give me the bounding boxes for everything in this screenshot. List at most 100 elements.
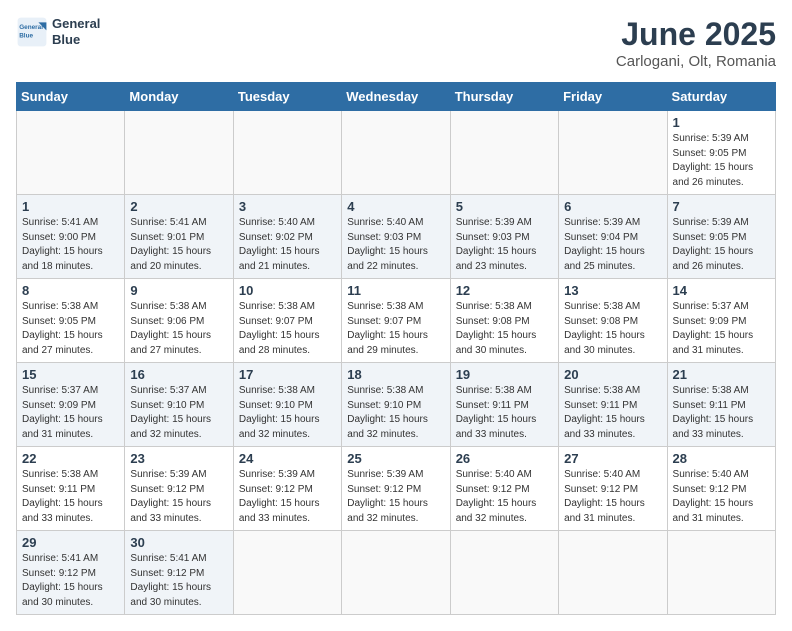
day-number: 9 [130, 283, 227, 298]
day-number: 23 [130, 451, 227, 466]
day-detail: Sunrise: 5:38 AM Sunset: 9:08 PM Dayligh… [564, 300, 661, 358]
day-number: 17 [239, 367, 336, 382]
calendar-cell: 21 Sunrise: 5:38 AM Sunset: 9:11 PM Dayli… [667, 363, 775, 447]
day-number: 7 [673, 199, 770, 214]
day-detail: Sunrise: 5:40 AM Sunset: 9:02 PM Dayligh… [239, 216, 336, 274]
logo: General Blue General Blue [16, 16, 100, 48]
calendar-cell [342, 531, 450, 615]
calendar-title: June 2025 [616, 16, 776, 53]
calendar-cell: 4Sunrise: 5:40 AM Sunset: 9:03 PM Daylig… [342, 195, 450, 279]
day-number: 25 [347, 451, 444, 466]
day-number: 12 [456, 283, 553, 298]
day-number: 3 [239, 199, 336, 214]
calendar-cell [559, 111, 667, 195]
calendar-cell: 12 Sunrise: 5:38 AM Sunset: 9:08 PM Dayli… [450, 279, 558, 363]
header-day-wednesday: Wednesday [342, 83, 450, 111]
calendar-cell: 1 Sunrise: 5:41 AM Sunset: 9:00 PM Daylig… [17, 195, 125, 279]
calendar-cell [342, 111, 450, 195]
calendar-table: SundayMondayTuesdayWednesdayThursdayFrid… [16, 82, 776, 615]
day-detail: Sunrise: 5:39 AM Sunset: 9:03 PM Dayligh… [456, 216, 553, 274]
logo-text: General Blue [52, 16, 100, 47]
day-detail: Sunrise: 5:38 AM Sunset: 9:11 PM Dayligh… [22, 468, 119, 526]
day-detail: Sunrise: 5:38 AM Sunset: 9:07 PM Dayligh… [239, 300, 336, 358]
header-day-saturday: Saturday [667, 83, 775, 111]
day-number: 21 [673, 367, 770, 382]
day-number: 30 [130, 535, 227, 550]
day-detail: Sunrise: 5:40 AM Sunset: 9:12 PM Dayligh… [456, 468, 553, 526]
day-detail: Sunrise: 5:38 AM Sunset: 9:11 PM Dayligh… [673, 384, 770, 442]
header-day-sunday: Sunday [17, 83, 125, 111]
calendar-cell: 24 Sunrise: 5:39 AM Sunset: 9:12 PM Dayli… [233, 447, 341, 531]
day-number: 1 [22, 199, 119, 214]
day-number: 1 [673, 115, 770, 130]
day-number: 28 [673, 451, 770, 466]
day-number: 5 [456, 199, 553, 214]
calendar-cell: 28Sunrise: 5:40 AM Sunset: 9:12 PM Dayli… [667, 447, 775, 531]
calendar-cell [233, 531, 341, 615]
day-detail: Sunrise: 5:39 AM Sunset: 9:12 PM Dayligh… [130, 468, 227, 526]
calendar-cell: 23 Sunrise: 5:39 AM Sunset: 9:12 PM Dayli… [125, 447, 233, 531]
calendar-week-3: 8Sunrise: 5:38 AM Sunset: 9:05 PM Daylig… [17, 279, 776, 363]
day-number: 10 [239, 283, 336, 298]
day-number: 15 [22, 367, 119, 382]
calendar-cell: 26 Sunrise: 5:40 AM Sunset: 9:12 PM Dayli… [450, 447, 558, 531]
calendar-cell: 27Sunrise: 5:40 AM Sunset: 9:12 PM Dayli… [559, 447, 667, 531]
calendar-cell: 29 Sunrise: 5:41 AM Sunset: 9:12 PM Dayli… [17, 531, 125, 615]
day-number: 29 [22, 535, 119, 550]
calendar-cell: 20Sunrise: 5:38 AM Sunset: 9:11 PM Dayli… [559, 363, 667, 447]
calendar-cell: 6 Sunrise: 5:39 AM Sunset: 9:04 PM Daylig… [559, 195, 667, 279]
calendar-cell: 2Sunrise: 5:41 AM Sunset: 9:01 PM Daylig… [125, 195, 233, 279]
header-day-monday: Monday [125, 83, 233, 111]
day-number: 19 [456, 367, 553, 382]
day-detail: Sunrise: 5:40 AM Sunset: 9:12 PM Dayligh… [564, 468, 661, 526]
calendar-week-2: 1 Sunrise: 5:41 AM Sunset: 9:00 PM Daylig… [17, 195, 776, 279]
calendar-cell: 14Sunrise: 5:37 AM Sunset: 9:09 PM Dayli… [667, 279, 775, 363]
day-number: 26 [456, 451, 553, 466]
day-detail: Sunrise: 5:39 AM Sunset: 9:12 PM Dayligh… [239, 468, 336, 526]
calendar-cell: 15 Sunrise: 5:37 AM Sunset: 9:09 PM Dayli… [17, 363, 125, 447]
day-detail: Sunrise: 5:37 AM Sunset: 9:09 PM Dayligh… [673, 300, 770, 358]
day-detail: Sunrise: 5:37 AM Sunset: 9:10 PM Dayligh… [130, 384, 227, 442]
day-number: 16 [130, 367, 227, 382]
calendar-cell: 25Sunrise: 5:39 AM Sunset: 9:12 PM Dayli… [342, 447, 450, 531]
calendar-cell: 17Sunrise: 5:38 AM Sunset: 9:10 PM Dayli… [233, 363, 341, 447]
header-row: SundayMondayTuesdayWednesdayThursdayFrid… [17, 83, 776, 111]
day-number: 2 [130, 199, 227, 214]
calendar-week-6: 29 Sunrise: 5:41 AM Sunset: 9:12 PM Dayli… [17, 531, 776, 615]
calendar-cell: 18Sunrise: 5:38 AM Sunset: 9:10 PM Dayli… [342, 363, 450, 447]
day-detail: Sunrise: 5:41 AM Sunset: 9:12 PM Dayligh… [22, 552, 119, 610]
svg-text:General: General [19, 24, 43, 31]
day-number: 24 [239, 451, 336, 466]
day-detail: Sunrise: 5:39 AM Sunset: 9:05 PM Dayligh… [673, 132, 770, 190]
calendar-cell: 19Sunrise: 5:38 AM Sunset: 9:11 PM Dayli… [450, 363, 558, 447]
calendar-week-5: 22 Sunrise: 5:38 AM Sunset: 9:11 PM Dayli… [17, 447, 776, 531]
day-number: 18 [347, 367, 444, 382]
day-number: 22 [22, 451, 119, 466]
title-block: June 2025 Carlogani, Olt, Romania [616, 16, 776, 70]
header-day-thursday: Thursday [450, 83, 558, 111]
calendar-cell [450, 111, 558, 195]
day-number: 6 [564, 199, 661, 214]
day-number: 8 [22, 283, 119, 298]
calendar-cell [233, 111, 341, 195]
day-detail: Sunrise: 5:37 AM Sunset: 9:09 PM Dayligh… [22, 384, 119, 442]
day-detail: Sunrise: 5:41 AM Sunset: 9:12 PM Dayligh… [130, 552, 227, 610]
calendar-cell: 10 Sunrise: 5:38 AM Sunset: 9:07 PM Dayli… [233, 279, 341, 363]
calendar-cell [559, 531, 667, 615]
day-detail: Sunrise: 5:39 AM Sunset: 9:04 PM Dayligh… [564, 216, 661, 274]
calendar-cell [17, 111, 125, 195]
day-number: 20 [564, 367, 661, 382]
header-day-tuesday: Tuesday [233, 83, 341, 111]
calendar-cell: 9Sunrise: 5:38 AM Sunset: 9:06 PM Daylig… [125, 279, 233, 363]
calendar-cell: 3 Sunrise: 5:40 AM Sunset: 9:02 PM Daylig… [233, 195, 341, 279]
calendar-cell: 1 Sunrise: 5:39 AM Sunset: 9:05 PM Daylig… [667, 111, 775, 195]
calendar-cell: 5 Sunrise: 5:39 AM Sunset: 9:03 PM Daylig… [450, 195, 558, 279]
calendar-cell: 22 Sunrise: 5:38 AM Sunset: 9:11 PM Dayli… [17, 447, 125, 531]
svg-text:Blue: Blue [19, 33, 33, 40]
day-number: 13 [564, 283, 661, 298]
calendar-subtitle: Carlogani, Olt, Romania [616, 53, 776, 70]
calendar-cell [450, 531, 558, 615]
day-detail: Sunrise: 5:38 AM Sunset: 9:08 PM Dayligh… [456, 300, 553, 358]
calendar-week-1: 1 Sunrise: 5:39 AM Sunset: 9:05 PM Daylig… [17, 111, 776, 195]
day-detail: Sunrise: 5:41 AM Sunset: 9:00 PM Dayligh… [22, 216, 119, 274]
